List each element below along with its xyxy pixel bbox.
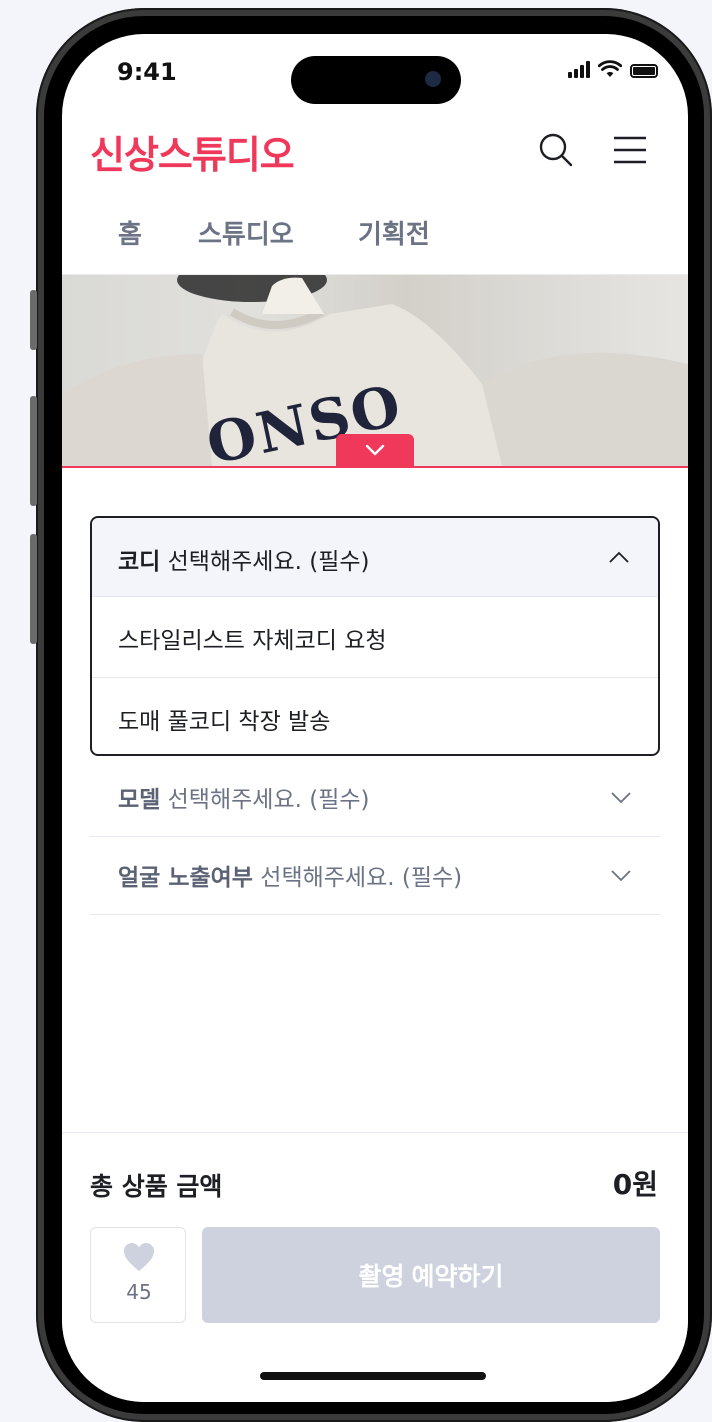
option-label: 스타일리스트 자체코디 요청 (118, 628, 387, 654)
coordi-select-label: 코디 선택해주세요. (필수) (118, 542, 370, 576)
coordi-option-wholesale[interactable]: 도매 풀코디 착장 발송 (92, 677, 658, 754)
heart-icon (124, 1243, 154, 1271)
like-count: 45 (126, 1280, 152, 1304)
volume-up-button (30, 396, 37, 506)
coordi-select-header[interactable]: 코디 선택해주세요. (필수) (92, 518, 658, 596)
hamburger-menu-icon (614, 136, 646, 164)
chevron-down-icon (611, 870, 631, 882)
status-bar: 9:41 (62, 34, 688, 104)
main-nav: 홈 스튜디오 기획전 (62, 204, 688, 254)
signal-icon (568, 60, 590, 78)
camera-icon (425, 71, 441, 87)
face-exposure-select[interactable]: 얼굴 노출여부 선택해주세요. (필수) (90, 836, 660, 915)
chevron-down-icon (365, 444, 385, 456)
coordi-select: 코디 선택해주세요. (필수) 스타일리스트 자체코디 요청 도매 풀코디 착장… (90, 516, 660, 756)
total-price-label: 총 상품 금액 (90, 1172, 223, 1201)
app-header: 신상스튜디오 (62, 124, 688, 184)
total-price-value: 0원 (612, 1168, 658, 1201)
home-indicator (260, 1372, 486, 1380)
model-select-label: 모델 선택해주세요. (필수) (118, 780, 370, 814)
status-icons (568, 60, 658, 78)
nav-item-exhibition[interactable]: 기획전 (358, 214, 430, 251)
face-prompt: 선택해주세요. (필수) (260, 865, 463, 891)
menu-button[interactable] (610, 132, 650, 168)
model-title: 모델 (118, 787, 161, 813)
chevron-up-icon (609, 551, 629, 563)
model-select[interactable]: 모델 선택해주세요. (필수) (90, 758, 660, 837)
status-time: 9:41 (117, 58, 177, 86)
chevron-down-icon (611, 792, 631, 804)
coordi-title: 코디 (118, 549, 161, 575)
search-icon (539, 133, 573, 167)
option-label: 도매 풀코디 착장 발송 (118, 709, 331, 735)
collapse-image-toggle[interactable] (336, 434, 414, 468)
brand-logo[interactable]: 신상스튜디오 (90, 124, 295, 179)
model-prompt: 선택해주세요. (필수) (167, 787, 370, 813)
search-button[interactable] (536, 130, 576, 170)
face-title: 얼굴 노출여부 (118, 865, 253, 891)
coordi-prompt: 선택해주세요. (필수) (167, 549, 370, 575)
wifi-icon (598, 60, 622, 77)
battery-icon (630, 64, 658, 78)
nav-item-studio[interactable]: 스튜디오 (198, 214, 294, 251)
like-button[interactable]: 45 (90, 1227, 186, 1323)
order-summary: 총 상품 금액 0원 45 촬영 예약하기 (62, 1132, 688, 1402)
face-select-label: 얼굴 노출여부 선택해주세요. (필수) (118, 858, 462, 892)
dynamic-island (291, 56, 461, 104)
app-screen: 9:41 신상스튜디오 홈 스튜디오 기획전 ONSO 코디 선택해주세요. (… (62, 34, 688, 1402)
action-button (30, 290, 37, 350)
reserve-shoot-button[interactable]: 촬영 예약하기 (202, 1227, 660, 1323)
coordi-option-stylist[interactable]: 스타일리스트 자체코디 요청 (92, 596, 658, 677)
nav-item-home[interactable]: 홈 (118, 214, 142, 251)
volume-down-button (30, 534, 37, 644)
